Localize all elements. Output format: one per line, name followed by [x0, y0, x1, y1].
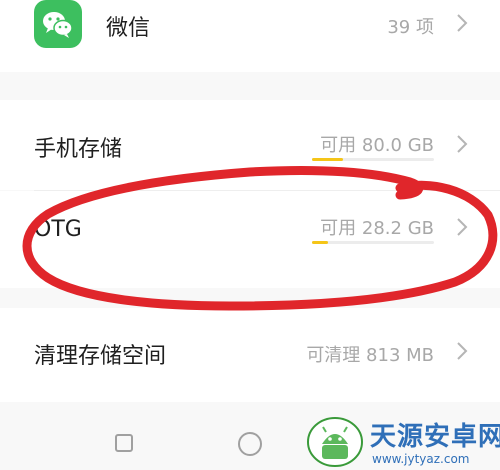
usage-bar [312, 158, 434, 161]
recent-apps-icon[interactable] [115, 434, 133, 452]
wechat-icon [34, 0, 82, 48]
android-logo-icon [307, 417, 363, 467]
available-space-value: 可用 80.0 GB [320, 135, 434, 156]
list-item-label: OTG [34, 217, 82, 242]
home-icon[interactable] [238, 432, 262, 456]
list-item-phone-storage[interactable]: 手机存储 可用 80.0 GB [0, 100, 500, 190]
chevron-right-icon [457, 218, 468, 236]
chevron-right-icon [457, 342, 468, 360]
list-item-otg[interactable]: OTG 可用 28.2 GB [0, 191, 500, 288]
section-gap [0, 72, 500, 100]
chevron-right-icon [457, 135, 468, 153]
watermark-name: 天源安卓网 [370, 422, 500, 452]
usage-bar [312, 241, 434, 244]
list-item-clean-storage[interactable]: 清理存储空间 可清理 813 MB [0, 308, 500, 402]
list-item-label: 清理存储空间 [34, 344, 167, 369]
list-item-label: 手机存储 [34, 137, 123, 162]
list-item-label: 微信 [106, 16, 151, 41]
list-item-wechat[interactable]: 微信 39 项 [0, 0, 500, 72]
watermark: 天源安卓网 www.jytyaz.com [302, 410, 500, 470]
storage-screen: 微信 39 项 手机存储 可用 80.0 GB OTG 可用 28.2 GB 清… [0, 0, 500, 470]
available-space-value: 可用 28.2 GB [320, 218, 434, 239]
watermark-url: www.jytyaz.com [372, 452, 470, 466]
usage-bar-fill [312, 241, 328, 244]
item-count-value: 39 项 [387, 17, 434, 38]
chevron-right-icon [457, 14, 468, 32]
section-gap [0, 288, 500, 308]
usage-bar-fill [312, 158, 343, 161]
cleanable-space-value: 可清理 813 MB [306, 345, 434, 366]
